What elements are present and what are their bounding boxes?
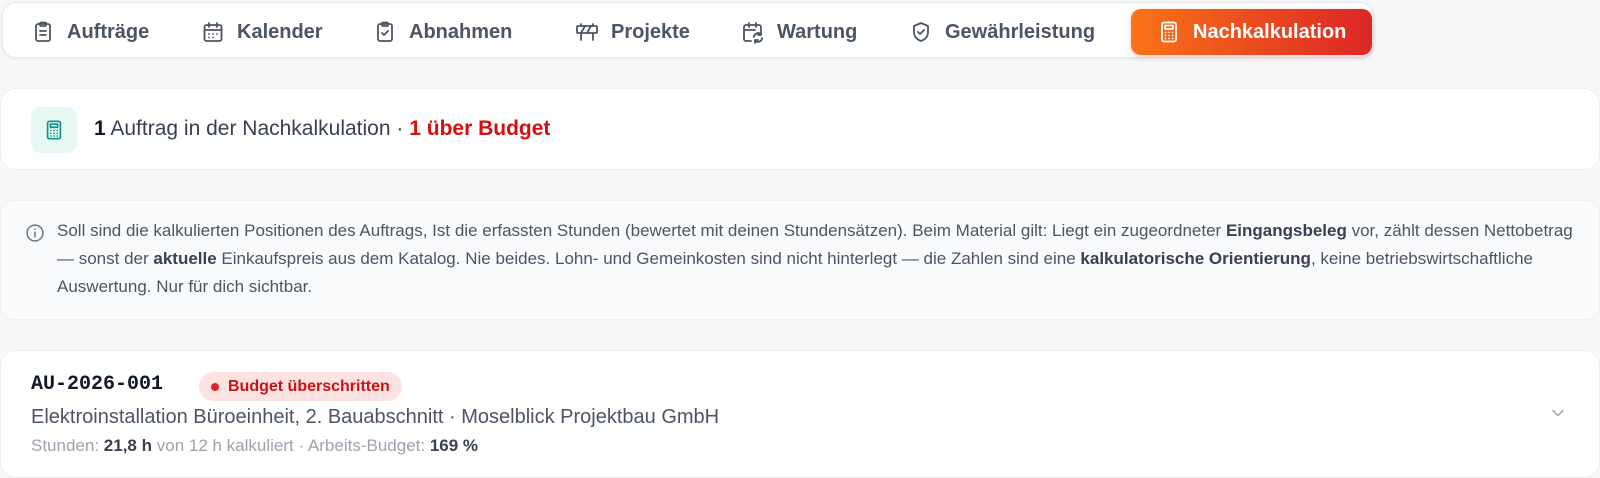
info-icon	[26, 224, 44, 242]
info-notice: Soll sind die kalkulierten Positionen de…	[0, 200, 1600, 320]
status-badge-label: Budget überschritten	[228, 377, 390, 395]
hours-value: 21,8 h	[103, 436, 152, 455]
summary-card: 1 Auftrag in der Nachkalkulation · 1 übe…	[0, 88, 1600, 170]
tab-label: Kalender	[237, 20, 323, 43]
calculator-icon	[46, 120, 62, 140]
tab-abnahmen[interactable]: Abnahmen	[359, 9, 526, 55]
info-emphasis: kalkulatorische Orientierung	[1080, 249, 1311, 268]
tab-nachkalkulation[interactable]: Nachkalkulation	[1131, 9, 1373, 55]
tab-label: Nachkalkulation	[1193, 20, 1347, 43]
budget-percentage: 169 %	[429, 436, 479, 455]
module-tab-bar: Aufträge Kalender Abnahmen Projekte Wart…	[2, 2, 1374, 58]
tab-auftraege[interactable]: Aufträge	[17, 9, 163, 55]
construction-barrier-icon	[576, 23, 598, 41]
order-id: AU-2026-001	[31, 373, 164, 396]
calendar-sync-icon	[743, 22, 763, 44]
tab-label: Wartung	[777, 20, 858, 43]
summary-count: 1	[94, 117, 106, 140]
tab-label: Abnahmen	[409, 20, 513, 43]
tab-wartung[interactable]: Wartung	[727, 9, 871, 55]
tab-label: Gewährleistung	[945, 20, 1096, 43]
info-emphasis: aktuelle	[153, 249, 217, 268]
clipboard-check-icon	[377, 21, 393, 42]
summary-label: Auftrag in der Nachkalkulation	[110, 117, 391, 140]
summary-icon-badge	[31, 107, 77, 153]
tab-kalender[interactable]: Kalender	[187, 9, 337, 55]
tab-gewaehrleistung[interactable]: Gewährleistung	[895, 9, 1109, 55]
over-budget-count: 1 über Budget	[409, 117, 551, 140]
summary-separator: ·	[396, 117, 404, 140]
order-title: Elektroinstallation Büroeinheit, 2. Baua…	[31, 406, 720, 428]
clipboard-list-icon	[35, 21, 51, 42]
shield-check-icon	[913, 22, 929, 42]
info-text-part: Einkaufspreis aus dem Katalog. Nie beide…	[216, 249, 1081, 268]
info-text: Soll sind die kalkulierten Positionen de…	[57, 217, 1587, 301]
calculator-icon	[1161, 21, 1177, 43]
summary-text: 1 Auftrag in der Nachkalkulation · 1 übe…	[94, 117, 550, 141]
hours-label: Stunden:	[31, 436, 100, 455]
order-card[interactable]: AU-2026-001 Budget überschritten Elektro…	[0, 350, 1600, 478]
tab-projekte[interactable]: Projekte	[561, 9, 704, 55]
status-dot-icon	[211, 382, 219, 391]
info-emphasis: Eingangsbeleg	[1225, 221, 1347, 240]
hours-planned: von 12 h kalkuliert · Arbeits‑Budget:	[156, 436, 426, 455]
tab-label: Aufträge	[67, 20, 150, 43]
chevron-down-icon[interactable]	[1548, 403, 1568, 423]
tab-label: Projekte	[611, 20, 690, 43]
order-hours-summary: Stunden: 21,8 h von 12 h kalkuliert · Ar…	[31, 436, 478, 456]
calendar-icon	[203, 22, 223, 42]
status-badge: Budget überschritten	[199, 372, 402, 401]
info-text-part: Soll sind die kalkulierten Positionen de…	[57, 221, 1226, 240]
